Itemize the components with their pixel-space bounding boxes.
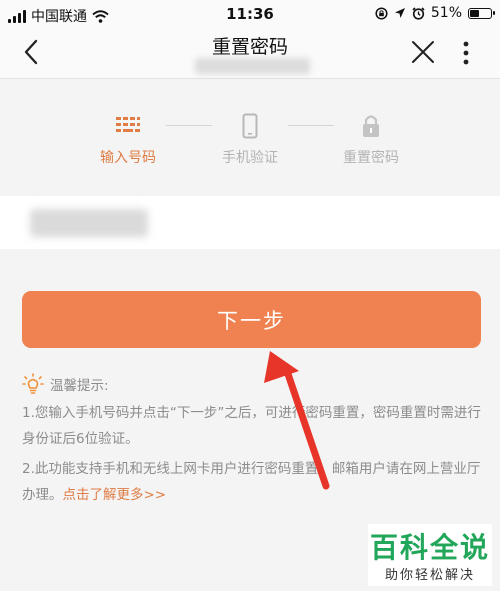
battery-icon (468, 7, 495, 19)
status-right: 51% (375, 5, 495, 21)
watermark-subtitle: 助你轻松解决 (384, 568, 475, 583)
status-bar: 中国联通 11:36 51% (0, 0, 500, 28)
watermark-title: 百科全说 (369, 531, 490, 564)
step-label: 重置密码 (343, 150, 399, 166)
lightbulb-icon (22, 373, 44, 394)
tip-line-1: 1.您输入手机号码并点击“下一步”之后，可进行密码重置，密码重置时需进行身份证后… (22, 405, 481, 447)
tip-line-2: 2.此功能支持手机和无线上网卡用户进行密码重置，邮箱用户请在网上营业厅办理。点击… (22, 456, 482, 508)
phone-number-input[interactable] (0, 196, 500, 249)
step-phone-verify: 手机验证 (195, 113, 305, 167)
step-reset-password: 重置密码 (316, 113, 426, 167)
step-enter-number: 输入号码 (73, 113, 183, 167)
tips-heading: 温馨提示: (50, 378, 109, 394)
phone-icon (242, 113, 258, 139)
learn-more-link[interactable]: 点击了解更多>> (63, 487, 167, 503)
nav-bar: 重置密码 (0, 28, 500, 79)
tips-section: 温馨提示: 1.您输入手机号码并点击“下一步”之后，可进行密码重置，密码重置时需… (22, 372, 482, 508)
location-icon (394, 8, 405, 18)
step-label: 手机验证 (222, 150, 278, 166)
keypad-icon (116, 117, 140, 132)
step-indicator: 输入号码 手机验证 重置密码 (0, 79, 500, 189)
close-icon[interactable] (410, 39, 436, 65)
alarm-icon (412, 6, 425, 20)
next-step-button[interactable]: 下一步 (22, 291, 481, 348)
battery-percent: 51% (430, 5, 462, 21)
blurred-subtitle (195, 58, 310, 74)
lock-rotation-icon (375, 6, 388, 20)
tips-heading-row: 温馨提示: (22, 372, 482, 396)
blurred-phone-value (30, 209, 148, 237)
more-vertical-icon[interactable] (456, 38, 476, 68)
lock-icon (363, 115, 379, 137)
step-label: 输入号码 (100, 150, 156, 166)
watermark-logo: 百科全说 助你轻松解决 (368, 524, 492, 586)
